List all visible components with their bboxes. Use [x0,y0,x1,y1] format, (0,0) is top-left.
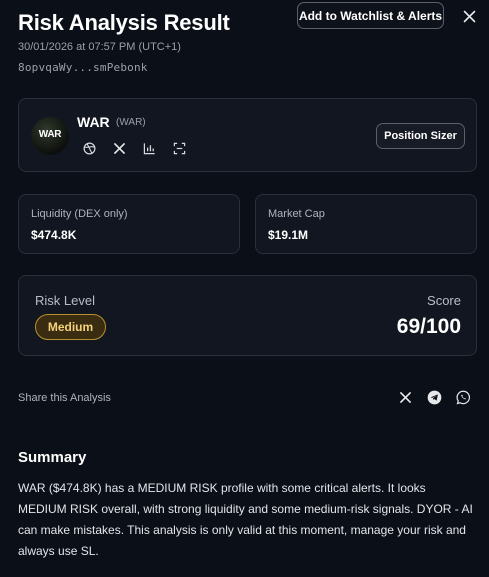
position-sizer-button[interactable]: Position Sizer [376,123,465,149]
summary-title: Summary [18,449,87,466]
liquidity-label: Liquidity (DEX only) [31,208,128,220]
chart-icon[interactable] [141,140,157,156]
x-icon[interactable] [111,140,127,156]
close-icon [463,10,475,22]
risk-level-label: Risk Level [35,293,95,308]
website-icon[interactable] [81,140,97,156]
token-address[interactable]: 8opvqaWy...smPebonk [18,61,148,74]
liquidity-card: Liquidity (DEX only) $474.8K [18,194,240,254]
score-label: Score [427,293,461,308]
risk-level-badge: Medium [35,314,106,340]
token-logo-text: WAR [38,129,62,140]
market-cap-label: Market Cap [268,208,325,220]
analysis-timestamp: 30/01/2026 at 07:57 PM (UTC+1) [18,41,181,53]
market-cap-card: Market Cap $19.1M [255,194,477,254]
close-button[interactable] [458,5,480,27]
liquidity-value: $474.8K [31,228,77,242]
score-value: 69/100 [396,315,461,338]
token-logo: WAR [31,117,69,155]
token-symbol: (WAR) [116,117,146,128]
share-buttons [397,389,471,405]
summary-text: WAR ($474.8K) has a MEDIUM RISK profile … [18,481,473,558]
share-label: Share this Analysis [18,392,111,404]
risk-analysis-modal: Risk Analysis Result Add to Watchlist & … [0,0,489,577]
market-cap-value: $19.1M [268,228,309,242]
page-title: Risk Analysis Result [18,10,230,35]
share-x-icon[interactable] [397,389,413,405]
token-links [81,140,187,156]
scan-icon[interactable] [171,140,187,156]
add-to-watchlist-button[interactable]: Add to Watchlist & Alerts [297,2,444,29]
whatsapp-icon[interactable] [455,389,471,405]
telegram-icon[interactable] [426,389,442,405]
token-name: WAR [77,114,110,130]
token-card: WAR WAR (WAR) Position Sizer [18,98,477,172]
risk-card: Risk Level Medium Score 69/100 [18,275,477,356]
